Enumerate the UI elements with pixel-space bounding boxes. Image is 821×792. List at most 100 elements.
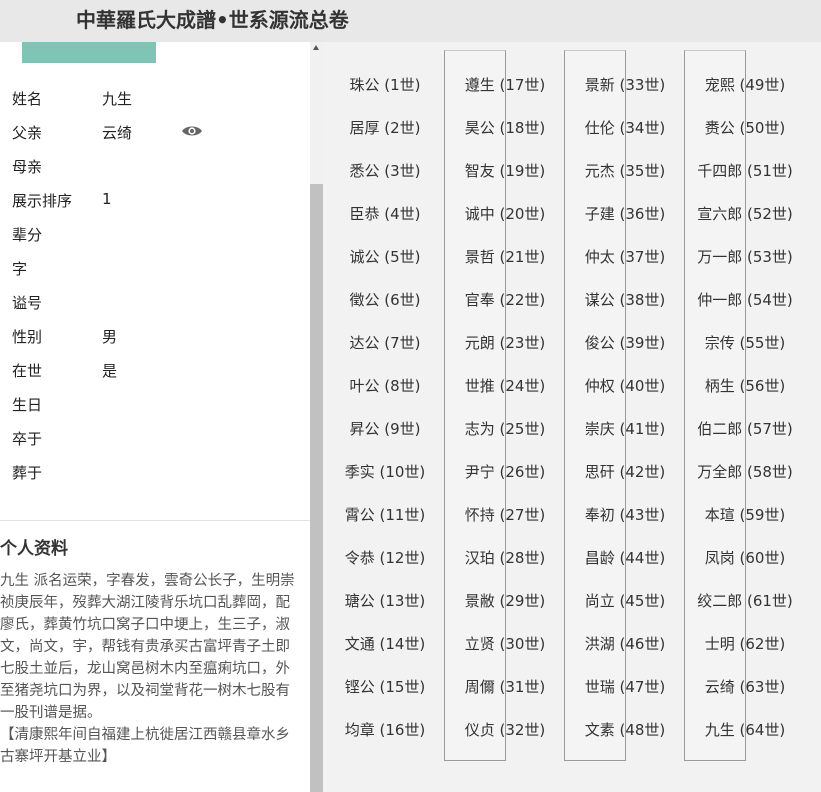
generation-item[interactable]: 柄生 (56世) (705, 375, 786, 396)
generation-item[interactable]: 宠熙 (49世) (705, 74, 786, 95)
info-title: 个人资料 (0, 539, 68, 559)
scrollbar[interactable] (310, 42, 323, 792)
profile-panel: 姓名 九生 父亲 云绮 母亲 展示排序 1 辈分字谥号 性别 男在世 是生日 卒于 葬于 个人资料 九生… (0, 42, 310, 792)
generation-item[interactable]: 仲权 (40世) (585, 375, 666, 396)
generation-item[interactable]: 千四郎 (51世) (697, 160, 793, 181)
profile-row: 展示排序 1 (0, 190, 310, 224)
generation-item[interactable]: 诚中 (20世) (465, 203, 546, 224)
field-label: 辈分 (12, 226, 43, 244)
generation-item[interactable]: 立贤 (30世) (465, 633, 546, 654)
generation-item[interactable]: 怀持 (27世) (465, 504, 546, 525)
generation-item[interactable]: 昌龄 (44世) (585, 547, 666, 568)
generation-item[interactable]: 官奉 (22世) (465, 289, 546, 310)
generation-item[interactable]: 居厚 (2世) (349, 117, 420, 138)
generation-item[interactable]: 宗传 (55世) (705, 332, 786, 353)
scroll-up-arrow-icon[interactable] (313, 45, 319, 50)
generation-item[interactable]: 智友 (19世) (465, 160, 546, 181)
generation-item[interactable]: 九生 (64世) (705, 719, 786, 740)
generation-item[interactable]: 奉初 (43世) (585, 504, 666, 525)
generation-item[interactable]: 景哲 (21世) (465, 246, 546, 267)
field-label: 性别 (12, 328, 43, 346)
generation-item[interactable]: 珠公 (1世) (349, 74, 420, 95)
field-value[interactable]: 云绮 (102, 122, 132, 143)
generation-item[interactable]: 悉公 (3世) (349, 160, 420, 181)
generation-item[interactable]: 宣六郎 (52世) (697, 203, 793, 224)
scrollbar-thumb[interactable] (310, 184, 323, 792)
generation-item[interactable]: 世瑞 (47世) (585, 676, 666, 697)
profile-row: 父亲 云绮 (0, 122, 310, 156)
generation-item[interactable]: 万全郎 (58世) (697, 461, 793, 482)
generation-item[interactable]: 谋公 (38世) (585, 289, 666, 310)
generation-item[interactable]: 仲太 (37世) (585, 246, 666, 267)
generation-item[interactable]: 仪贞 (32世) (465, 719, 546, 740)
generation-item[interactable]: 崇庆 (41世) (585, 418, 666, 439)
generation-item[interactable]: 凤岗 (60世) (705, 547, 786, 568)
profile-row: 谥号 (0, 292, 310, 326)
generation-item[interactable]: 文素 (48世) (585, 719, 666, 740)
generation-item[interactable]: 元杰 (35世) (585, 160, 666, 181)
generation-item[interactable]: 汉珀 (28世) (465, 547, 546, 568)
header-bar: 中華羅氏大成譜•世系源流总卷 (0, 0, 821, 42)
generation-item[interactable]: 伯二郎 (57世) (697, 418, 793, 439)
generation-item[interactable]: 文通 (14世) (345, 633, 426, 654)
generation-item[interactable]: 叶公 (8世) (349, 375, 420, 396)
generation-item[interactable]: 绞二郎 (61世) (697, 590, 793, 611)
generation-item[interactable]: 臣恭 (4世) (349, 203, 420, 224)
generation-item[interactable]: 洪湖 (46世) (585, 633, 666, 654)
eye-icon[interactable] (181, 124, 203, 138)
generation-item[interactable]: 万一郎 (53世) (697, 246, 793, 267)
profile-row: 辈分 (0, 224, 310, 258)
generation-item[interactable]: 思矸 (42世) (585, 461, 666, 482)
generation-item[interactable]: 俊公 (39世) (585, 332, 666, 353)
generation-item[interactable]: 周儞 (31世) (465, 676, 546, 697)
generation-item[interactable]: 令恭 (12世) (345, 547, 426, 568)
generation-item[interactable]: 遵生 (17世) (465, 74, 546, 95)
profile-row: 姓名 九生 (0, 88, 310, 122)
generation-item[interactable]: 景敝 (29世) (465, 590, 546, 611)
generation-item[interactable]: 世推 (24世) (465, 375, 546, 396)
generation-item[interactable]: 志为 (25世) (465, 418, 546, 439)
field-label: 生日 (12, 396, 43, 414)
generation-item[interactable]: 均章 (16世) (345, 719, 426, 740)
generation-item[interactable]: 瑭公 (13世) (345, 590, 426, 611)
generation-item[interactable]: 赉公 (50世) (705, 117, 786, 138)
field-value[interactable]: 是 (102, 360, 117, 381)
migration-note: 【清康熙年间自福建上杭徙居江西赣县章水乡古寨坪开基立业】 (0, 727, 290, 765)
field-label: 卒于 (12, 430, 43, 448)
profile-row: 字 (0, 258, 310, 292)
generation-item[interactable]: 诚公 (5世) (349, 246, 420, 267)
profile-fields: 姓名 九生 父亲 云绮 母亲 展示排序 1 辈分字谥号 性别 男在世 是生日 卒于 葬于 (0, 88, 310, 496)
field-label: 父亲 (12, 124, 43, 142)
generation-item[interactable]: 仲一郎 (54世) (697, 289, 793, 310)
generation-item[interactable]: 达公 (7世) (349, 332, 420, 353)
field-value[interactable]: 九生 (102, 88, 132, 109)
profile-row: 在世 是 (0, 360, 310, 394)
field-label: 姓名 (12, 90, 43, 108)
generation-item[interactable]: 铿公 (15世) (345, 676, 426, 697)
generation-item[interactable]: 尚立 (45世) (585, 590, 666, 611)
profile-row: 性别 男 (0, 326, 310, 360)
generation-item[interactable]: 昇公 (9世) (349, 418, 420, 439)
lineage-panel: 珠公 (1世) 居厚 (2世) 悉公 (3世) 臣恭 (4世) 诚公 (5世) 徵公 (6… (323, 42, 821, 792)
field-value[interactable]: 男 (102, 326, 117, 347)
divider (0, 520, 310, 521)
generation-item[interactable]: 子建 (36世) (585, 203, 666, 224)
generation-item[interactable]: 昊公 (18世) (465, 117, 546, 138)
profile-row: 卒于 (0, 428, 310, 462)
generation-item[interactable]: 士明 (62世) (705, 633, 786, 654)
generation-item[interactable]: 景新 (33世) (585, 74, 666, 95)
generation-item[interactable]: 元朗 (23世) (465, 332, 546, 353)
field-value[interactable]: 1 (102, 190, 112, 208)
generation-item[interactable]: 季实 (10世) (345, 461, 426, 482)
generation-item[interactable]: 霄公 (11世) (345, 504, 426, 525)
column-frame (444, 50, 506, 761)
generation-item[interactable]: 徵公 (6世) (349, 289, 420, 310)
generation-item[interactable]: 仕伦 (34世) (585, 117, 666, 138)
generation-item[interactable]: 云绮 (63世) (705, 676, 786, 697)
column-frame (564, 50, 626, 761)
generation-item[interactable]: 尹宁 (26世) (465, 461, 546, 482)
avatar (22, 42, 156, 63)
profile-row: 母亲 (0, 156, 310, 190)
field-label: 母亲 (12, 158, 43, 176)
generation-item[interactable]: 本瑄 (59世) (705, 504, 786, 525)
